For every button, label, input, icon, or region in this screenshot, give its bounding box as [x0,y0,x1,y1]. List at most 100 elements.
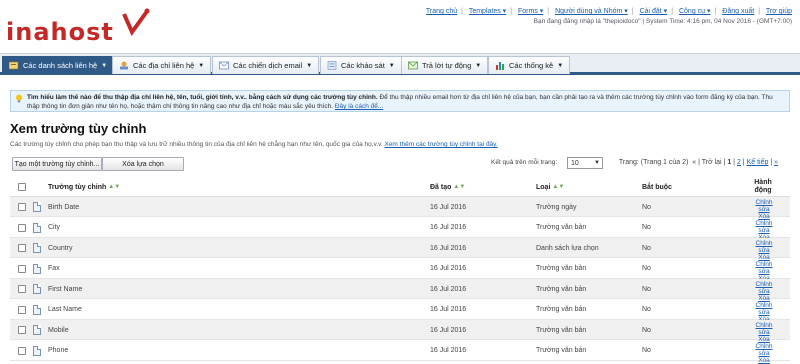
field-type: Danh sách lựa chọn [536,244,599,252]
field-date: 16 Jul 2016 [430,265,467,272]
vinahost-logo[interactable]: inahost [6,8,156,48]
field-type: Trường văn bản [536,306,587,313]
edit-link[interactable]: Chỉnh sửa [756,199,773,213]
description-link[interactable]: Xem thêm các trường tùy chỉnh tại đây. [384,141,497,148]
sort-icon[interactable]: ▲▼ [108,184,120,190]
row-checkbox[interactable] [18,326,26,334]
field-name: Birth Date [48,203,80,211]
field-name: Last Name [48,306,82,313]
edit-link[interactable]: Chỉnh sửa [756,281,773,295]
row-checkbox-cell [18,279,26,299]
per-page-select[interactable]: 10 ▼ [567,157,603,169]
edit-link[interactable]: Chỉnh sửa [756,220,773,234]
pager-last[interactable]: » [774,159,778,166]
field-type: Trường văn bản [536,326,587,334]
tab-email-campaigns[interactable]: Các chiến dịch email ▼ [212,56,320,74]
chevron-down-icon: ▼ [101,62,108,69]
row-checkbox[interactable] [18,285,26,293]
top-link-templates[interactable]: Templates ▾ [469,8,506,15]
delete-selected-button[interactable]: Xóa lựa chọn [102,157,184,171]
header-date[interactable]: Đã tạo ▲▼ [430,177,465,197]
top-link-logout[interactable]: Đăng xuất [722,8,754,15]
pagination: Trang: (Trang 1 của 2) « | Trở lại | 1 |… [618,159,778,166]
header-required-label: Bắt buộc [642,183,672,191]
row-checkbox[interactable] [18,264,26,273]
select-all-checkbox[interactable] [18,183,26,191]
row-checkbox[interactable] [18,223,26,232]
row-checkbox-cell [18,259,26,279]
table-row: Fax 16 Jul 2016 Trường văn bản No Chỉnh sửa X… [10,259,790,282]
tab-label: Các thống kê [509,61,554,70]
row-checkbox-cell [18,300,26,320]
contacts-icon [9,61,19,70]
row-checkbox-cell [18,218,26,238]
tab-contact-lists[interactable]: Các danh sách liên hệ ▼ [2,56,115,74]
edit-link[interactable]: Chỉnh sửa [756,302,773,316]
top-link-help[interactable]: Trợ giúp [766,8,792,15]
field-required: No [642,326,651,334]
field-required: No [642,224,651,231]
tab-autoresponders[interactable]: Trả lời tự động ▼ [401,56,489,74]
create-custom-field-button[interactable]: Tạo một trường tùy chỉnh... [12,157,102,171]
document-icon [33,263,41,274]
document-icon [33,325,41,335]
edit-link[interactable]: Chỉnh sửa [756,322,773,336]
pager-back[interactable]: « | Trở lại | [692,159,725,166]
page-description: Các trường tùy chỉnh cho phép bạn thu th… [10,141,498,148]
sort-icon[interactable]: ▲▼ [453,184,465,190]
tab-label: Các chiến dịch email [233,61,303,70]
pager-next[interactable]: Kế tiếp [747,159,769,166]
chevron-down-icon: ▼ [198,62,205,69]
info-link[interactable]: Đây là cách để... [335,103,383,110]
email-icon [219,61,229,70]
row-checkbox[interactable] [18,203,26,211]
document-icon [33,202,41,212]
tab-statistics[interactable]: Các thống kê ▼ [488,56,571,74]
tab-contacts[interactable]: Các địa chỉ liên hệ ▼ [112,56,212,74]
field-name: City [48,224,61,231]
table-row: Last Name 16 Jul 2016 Trường văn bản No Chỉn… [10,300,790,323]
row-actions: Chỉnh sửa Xóa [750,343,778,364]
sort-icon[interactable]: ▲▼ [552,184,564,190]
field-icon-cell [33,341,41,361]
table-row: Mobile 16 Jul 2016 Trường văn bản No Chỉnh s… [10,320,790,343]
field-icon-cell [33,320,41,340]
header-type[interactable]: Loại ▲▼ [536,177,564,197]
delete-link[interactable]: Xóa [758,357,770,364]
field-type: Trường văn bản [536,265,587,272]
edit-link[interactable]: Chỉnh sửa [756,240,773,254]
field-icon-cell [33,218,41,238]
row-checkbox[interactable] [18,244,26,252]
row-checkbox-cell [18,341,26,361]
row-checkbox[interactable] [18,346,26,355]
pager-page-2[interactable]: 2 [737,159,741,166]
lightbulb-icon [16,94,22,103]
pager-page-1: 1 [727,159,732,166]
field-name: First Name [48,285,83,293]
header-type-label: Loại [536,183,551,191]
edit-link[interactable]: Chỉnh sửa [756,343,773,357]
chevron-down-icon: ▼ [594,160,600,166]
field-date: 16 Jul 2016 [430,244,467,252]
top-link-users[interactable]: Người dùng và Nhóm ▾ [555,8,628,15]
edit-link[interactable]: Chỉnh sửa [756,261,773,275]
top-link-home[interactable]: Trang chủ [426,8,457,15]
row-checkbox[interactable] [18,305,26,314]
top-link-forms[interactable]: Forms ▾ [518,8,543,15]
table-row: First Name 16 Jul 2016 Trường văn bản No Chỉ… [10,279,790,302]
header-required: Bắt buộc [642,177,672,197]
field-type: Trường văn bản [536,285,587,293]
field-required: No [642,285,651,293]
main-nav: Các danh sách liên hệ ▼ Các địa chỉ liên … [0,53,800,75]
description-text: Các trường tùy chỉnh cho phép bạn thu th… [10,141,383,148]
top-link-tools[interactable]: Công cụ ▾ [679,8,711,15]
field-icon-cell [33,197,41,217]
address-icon [120,61,128,70]
chevron-down-icon: ▼ [306,62,313,69]
header-name[interactable]: Trường tùy chỉnh ▲▼ [48,177,120,197]
top-link-settings[interactable]: Cài đặt ▾ [640,8,668,15]
tab-surveys[interactable]: Các khảo sát ▼ [320,56,402,74]
row-checkbox-cell [18,320,26,340]
header-date-label: Đã tạo [430,183,452,191]
document-icon [33,284,41,294]
